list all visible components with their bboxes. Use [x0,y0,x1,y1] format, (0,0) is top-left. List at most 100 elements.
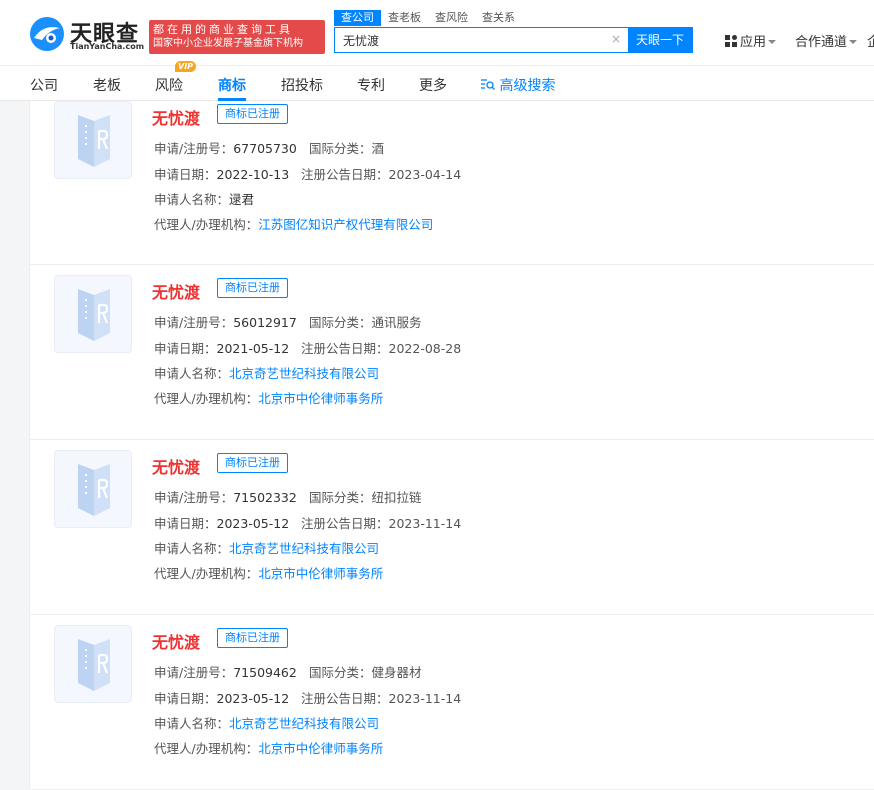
applicant-label: 申请人名称： [154,366,230,381]
trademark-placeholder-icon [78,289,110,341]
header: 天眼查 TianYanCha.com 都在用的商业查询工具 国家中小企业发展子基… [0,0,874,65]
agent-link[interactable]: 北京市中伦律师事务所 [258,566,383,581]
agent-label: 代理人/办理机构： [154,566,259,581]
apply-date-row: 申请日期：2022-10-13 [154,164,289,183]
status-badge: 商标已注册 [217,628,288,648]
apply-date-row: 申请日期：2021-05-12 [154,338,289,357]
intl-class-value: 通讯服务 [371,315,422,330]
trademark-name[interactable]: 无忧渡 [152,454,200,478]
trademark-name[interactable]: 无忧渡 [152,279,200,303]
search-tab-company[interactable]: 查公司 [334,10,381,26]
search-box: × 天眼一下 [334,27,693,53]
trademark-name[interactable]: 无忧渡 [152,629,200,653]
intl-class-label: 国际分类： [309,490,372,505]
agent-row: 代理人/办理机构：江苏图亿知识产权代理有限公司 [154,214,433,233]
trademark-card: 无忧渡 商标已注册 申请/注册号：67705730 国际分类：酒 申请日期：20… [30,101,874,265]
applicant-value[interactable]: 北京奇艺世纪科技有限公司 [229,366,379,381]
reg-no-label: 申请/注册号： [154,665,234,680]
trademark-placeholder-icon [78,115,110,167]
trademark-image[interactable] [54,625,132,703]
applicant-row: 申请人名称：逯君 [154,189,254,208]
agent-row: 代理人/办理机构：北京市中伦律师事务所 [154,738,383,757]
status-badge: 商标已注册 [217,453,288,473]
announce-date-label: 注册公告日期： [301,167,389,182]
search-type-tabs: 查公司 查老板 查风险 查关系 [334,10,522,26]
agent-label: 代理人/办理机构： [154,391,259,406]
search-button[interactable]: 天眼一下 [628,28,692,52]
reg-no-row: 申请/注册号：71509462 [154,662,297,681]
slogan-line-1: 都在用的商业查询工具 [153,23,293,36]
intl-class-label: 国际分类： [309,665,372,680]
tab-bidding[interactable]: 招投标 [281,75,323,95]
partner-menu[interactable]: 合作通道 [795,31,858,50]
applicant-value[interactable]: 逯君 [229,192,254,207]
status-badge: 商标已注册 [217,278,288,298]
intl-class-value: 纽扣拉链 [371,490,422,505]
tab-company[interactable]: 公司 [30,75,58,95]
applicant-value[interactable]: 北京奇艺世纪科技有限公司 [229,541,379,556]
apps-menu[interactable]: 应用 [725,31,777,50]
apply-date-value: 2022-10-13 [216,167,290,182]
brand-domain: TianYanCha.com [70,42,145,51]
trademark-image[interactable] [54,101,132,179]
search-tab-relation[interactable]: 查关系 [475,10,522,26]
reg-no-value: 67705730 [233,141,297,156]
agent-link[interactable]: 北京市中伦律师事务所 [258,391,383,406]
announce-date-label: 注册公告日期： [301,691,389,706]
announce-date-row: 注册公告日期：2023-04-14 [301,164,461,183]
apply-date-value: 2023-05-12 [216,691,290,706]
advanced-search-link[interactable]: 高级搜索 [481,75,555,95]
trademark-card: 无忧渡 商标已注册 申请/注册号：56012917 国际分类：通讯服务 申请日期… [30,265,874,440]
applicant-row: 申请人名称：北京奇艺世纪科技有限公司 [154,713,379,732]
tab-patent[interactable]: 专利 [357,75,385,95]
reg-no-row: 申请/注册号：67705730 [154,138,297,157]
tab-more[interactable]: 更多 [419,75,447,95]
agent-label: 代理人/办理机构： [154,217,259,232]
tab-trademark[interactable]: 商标 [218,75,246,95]
apply-date-label: 申请日期： [154,516,217,531]
agent-label: 代理人/办理机构： [154,741,259,756]
agent-row: 代理人/办理机构：北京市中伦律师事务所 [154,388,383,407]
announce-date-row: 注册公告日期：2022-08-28 [301,338,461,357]
intl-class-row: 国际分类：通讯服务 [309,312,422,331]
announce-date-value: 2023-11-14 [388,691,462,706]
apply-date-label: 申请日期： [154,341,217,356]
trademark-results: 无忧渡 商标已注册 申请/注册号：67705730 国际分类：酒 申请日期：20… [29,101,874,790]
announce-date-label: 注册公告日期： [301,516,389,531]
status-badge: 商标已注册 [217,104,288,124]
reg-no-row: 申请/注册号：56012917 [154,312,297,331]
tianyancha-logo-icon[interactable] [29,16,65,52]
intl-class-row: 国际分类：健身器材 [309,662,422,681]
intl-class-value: 健身器材 [371,665,422,680]
grid-icon [725,35,737,47]
announce-date-label: 注册公告日期： [301,341,389,356]
reg-no-label: 申请/注册号： [154,141,234,156]
agent-row: 代理人/办理机构：北京市中伦律师事务所 [154,563,383,582]
trademark-image[interactable] [54,450,132,528]
trademark-name[interactable]: 无忧渡 [152,105,200,129]
apply-date-label: 申请日期： [154,691,217,706]
trademark-image[interactable] [54,275,132,353]
reg-no-label: 申请/注册号： [154,490,234,505]
reg-no-value: 56012917 [233,315,297,330]
intl-class-row: 国际分类：酒 [309,138,384,157]
announce-date-row: 注册公告日期：2023-11-14 [301,513,461,532]
search-tab-risk[interactable]: 查风险 [428,10,475,26]
agent-link[interactable]: 江苏图亿知识产权代理有限公司 [258,217,433,232]
tab-boss[interactable]: 老板 [93,75,121,95]
search-tab-boss[interactable]: 查老板 [381,10,428,26]
enterprise-menu[interactable]: 企 [867,31,874,50]
tab-risk[interactable]: 风险 [155,75,183,95]
announce-date-value: 2023-04-14 [388,167,462,182]
apps-label: 应用 [740,35,767,50]
search-input[interactable] [335,28,625,52]
agent-link[interactable]: 北京市中伦律师事务所 [258,741,383,756]
chevron-down-icon [849,40,858,44]
applicant-row: 申请人名称：北京奇艺世纪科技有限公司 [154,538,379,557]
clear-icon[interactable]: × [611,32,621,46]
applicant-value[interactable]: 北京奇艺世纪科技有限公司 [229,716,379,731]
announce-date-row: 注册公告日期：2023-11-14 [301,688,461,707]
reg-no-value: 71509462 [233,665,297,680]
slogan-line-2: 国家中小企业发展子基金旗下机构 [153,38,303,49]
trademark-placeholder-icon [78,639,110,691]
